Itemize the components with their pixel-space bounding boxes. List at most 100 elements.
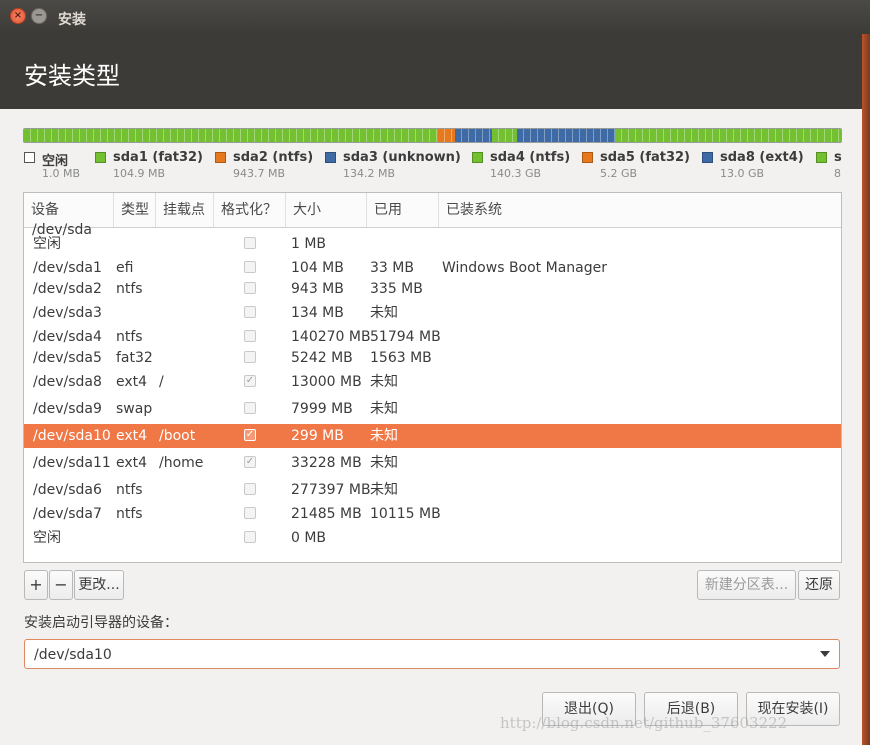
format-checkbox[interactable]: ✓ bbox=[244, 456, 256, 468]
table-row[interactable]: /dev/sda10 ext4/boot 299 MB 未知 ✓ bbox=[24, 424, 841, 448]
table-row[interactable]: /dev/sda2 ntfs 943 MB 335 MB bbox=[24, 277, 841, 301]
bootloader-device-select[interactable]: /dev/sda10 bbox=[24, 639, 840, 669]
cell-type: swap bbox=[116, 401, 153, 417]
legend-name: sda2 (ntfs) bbox=[233, 150, 314, 165]
bootloader-label: 安装启动引导器的设备： bbox=[24, 615, 178, 631]
column-header-format[interactable]: 格式化？ bbox=[214, 193, 286, 227]
cell-device: /dev/sda9 bbox=[33, 401, 102, 417]
table-row[interactable]: 空闲 0 MB bbox=[24, 526, 841, 550]
cell-size: 277397 MB bbox=[291, 482, 371, 498]
add-partition-button[interactable]: + bbox=[24, 570, 48, 600]
chevron-down-icon bbox=[820, 651, 830, 657]
format-checkbox[interactable] bbox=[244, 306, 256, 318]
column-header-size[interactable]: 大小 bbox=[286, 193, 367, 227]
table-row[interactable]: 空闲 1 MB bbox=[24, 232, 841, 256]
cell-type: ntfs bbox=[116, 506, 143, 522]
format-checkbox[interactable]: ✓ bbox=[244, 429, 256, 441]
format-checkbox[interactable] bbox=[244, 330, 256, 342]
cell-used: 10115 MB bbox=[370, 506, 441, 522]
partition-bar-segment bbox=[516, 129, 615, 142]
cell-device: /dev/sda2 bbox=[33, 281, 102, 297]
cell-mount: /boot bbox=[159, 428, 196, 444]
format-checkbox[interactable] bbox=[244, 402, 256, 414]
legend-swatch bbox=[702, 152, 713, 163]
legend-size: 5.2 GB bbox=[600, 167, 638, 180]
legend-size: 1.0 MB bbox=[42, 167, 81, 180]
format-checkbox[interactable] bbox=[244, 531, 256, 543]
cell-used: 未知 bbox=[370, 455, 398, 471]
change-partition-button[interactable]: 更改... bbox=[74, 570, 124, 600]
cell-device: /dev/sda11 bbox=[33, 455, 111, 471]
format-checkbox[interactable] bbox=[244, 261, 256, 273]
cell-used: 335 MB bbox=[370, 281, 423, 297]
window-edge bbox=[862, 0, 870, 745]
format-checkbox[interactable] bbox=[244, 237, 256, 249]
partition-bar-segment bbox=[438, 129, 455, 142]
cell-device: /dev/sda6 bbox=[33, 482, 102, 498]
format-checkbox[interactable] bbox=[244, 351, 256, 363]
cell-size: 134 MB bbox=[291, 305, 344, 321]
legend-name: sda8 (ext4) bbox=[720, 150, 804, 165]
revert-button[interactable]: 还原 bbox=[798, 570, 840, 600]
column-header-mount[interactable]: 挂载点 bbox=[156, 193, 214, 227]
format-checkbox[interactable] bbox=[244, 282, 256, 294]
table-row[interactable]: /dev/sda9 swap 7999 MB 未知 bbox=[24, 397, 841, 421]
title-bar: × − 安装 bbox=[0, 0, 870, 34]
cell-used: 未知 bbox=[370, 401, 398, 417]
legend-swatch bbox=[24, 152, 35, 163]
cell-type: ntfs bbox=[116, 482, 143, 498]
legend-swatch bbox=[816, 152, 827, 163]
table-header: 设备 类型 挂载点 格式化？ 大小 已用 已装系统 bbox=[24, 193, 841, 228]
window-title: 安装 bbox=[58, 12, 86, 28]
minimize-icon[interactable]: − bbox=[31, 8, 47, 24]
cell-device: /dev/sda3 bbox=[33, 305, 102, 321]
partition-table[interactable]: 设备 类型 挂载点 格式化？ 大小 已用 已装系统 /dev/sda 空闲 1 M… bbox=[23, 192, 842, 563]
cell-used: 未知 bbox=[370, 428, 398, 444]
cell-mount: /home bbox=[159, 455, 204, 471]
column-header-type[interactable]: 类型 bbox=[114, 193, 156, 227]
legend-swatch bbox=[472, 152, 483, 163]
legend-size: 943.7 MB bbox=[233, 167, 286, 180]
legend-swatch bbox=[215, 152, 226, 163]
cell-device: /dev/sda7 bbox=[33, 506, 102, 522]
table-row[interactable]: /dev/sda5 fat32 5242 MB 1563 MB bbox=[24, 346, 841, 370]
cell-size: 0 MB bbox=[291, 530, 327, 546]
table-row[interactable]: /dev/sda11 ext4/home 33228 MB 未知 ✓ bbox=[24, 451, 841, 475]
table-row[interactable]: /dev/sda3 134 MB 未知 bbox=[24, 301, 841, 325]
watermark-text: http://blog.csdn.net/github_37603222 bbox=[500, 714, 788, 732]
cell-size: 5242 MB bbox=[291, 350, 353, 366]
format-checkbox[interactable] bbox=[244, 483, 256, 495]
new-partition-table-button[interactable]: 新建分区表... bbox=[697, 570, 796, 600]
cell-type: ext4 bbox=[116, 428, 148, 444]
column-header-used[interactable]: 已用 bbox=[367, 193, 439, 227]
page-header bbox=[0, 34, 862, 109]
close-icon[interactable]: × bbox=[10, 8, 26, 24]
cell-size: 1 MB bbox=[291, 236, 327, 252]
cell-type: fat32 bbox=[116, 350, 153, 366]
cell-mount: / bbox=[159, 374, 164, 390]
cell-type: ext4 bbox=[116, 455, 148, 471]
cell-size: 13000 MB bbox=[291, 374, 362, 390]
cell-size: 7999 MB bbox=[291, 401, 353, 417]
cell-used: 1563 MB bbox=[370, 350, 432, 366]
legend-name: sda3 (unknown) bbox=[343, 150, 461, 165]
cell-device: /dev/sda10 bbox=[33, 428, 111, 444]
format-checkbox[interactable]: ✓ bbox=[244, 375, 256, 387]
legend-size: 104.9 MB bbox=[113, 167, 166, 180]
table-row[interactable]: /dev/sda7 ntfs 21485 MB 10115 MB bbox=[24, 502, 841, 526]
remove-partition-button[interactable]: − bbox=[49, 570, 73, 600]
legend-name: s bbox=[834, 150, 842, 165]
cell-used: 未知 bbox=[370, 374, 398, 390]
table-row[interactable]: /dev/sda6 ntfs 277397 MB 未知 bbox=[24, 478, 841, 502]
cell-device: /dev/sda5 bbox=[33, 350, 102, 366]
format-checkbox[interactable] bbox=[244, 507, 256, 519]
legend-name: sda4 (ntfs) bbox=[490, 150, 571, 165]
partition-bar-segment bbox=[454, 129, 493, 142]
legend-size: 13.0 GB bbox=[720, 167, 765, 180]
cell-device: /dev/sda8 bbox=[33, 374, 102, 390]
partition-bar-segment bbox=[24, 129, 439, 142]
table-row[interactable]: /dev/sda8 ext4 / 13000 MB 未知 ✓ bbox=[24, 370, 841, 394]
column-header-os[interactable]: 已装系统 bbox=[439, 193, 841, 227]
legend-swatch bbox=[582, 152, 593, 163]
partition-bar-segment bbox=[492, 129, 517, 142]
